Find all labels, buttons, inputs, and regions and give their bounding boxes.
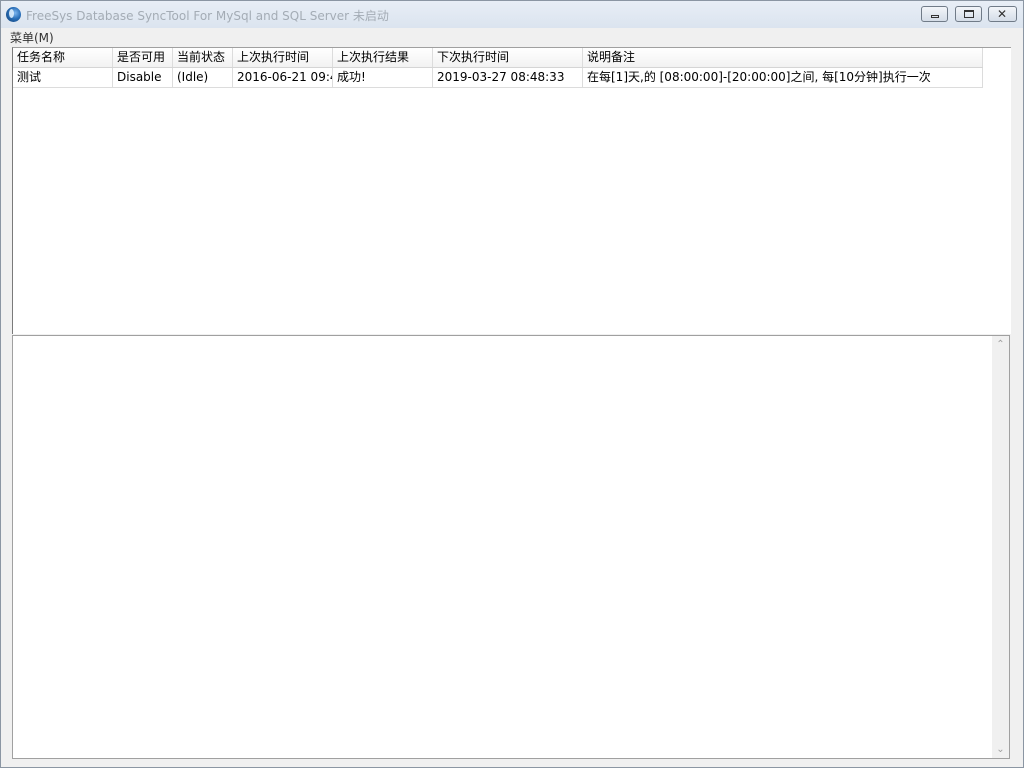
- scroll-down-icon[interactable]: ⌄: [992, 741, 1009, 758]
- menu-item-main[interactable]: 菜单(M): [10, 29, 54, 46]
- cell-last-run-result: 成功!: [333, 68, 433, 87]
- close-icon: ✕: [997, 7, 1008, 21]
- maximize-button[interactable]: [955, 6, 982, 22]
- cell-next-run-time: 2019-03-27 08:48:33: [433, 68, 583, 87]
- column-header-notes[interactable]: 说明备注: [583, 48, 983, 67]
- column-header-task-name[interactable]: 任务名称: [13, 48, 113, 67]
- cell-current-status: (Idle): [173, 68, 233, 87]
- scroll-up-icon[interactable]: ⌃: [992, 336, 1009, 353]
- main-window: FreeSys Database SyncTool For MySql and …: [0, 0, 1024, 768]
- column-header-current-status[interactable]: 当前状态: [173, 48, 233, 67]
- menu-bar: 菜单(M): [1, 28, 1023, 45]
- table-row[interactable]: 测试 Disable (Idle) 2016-06-21 09:4 成功! 20…: [13, 68, 983, 88]
- minimize-icon: [931, 15, 939, 18]
- cell-task-name: 测试: [13, 68, 113, 87]
- cell-last-run-time: 2016-06-21 09:4: [233, 68, 333, 87]
- cell-enabled: Disable: [113, 68, 173, 87]
- task-list-header: 任务名称 是否可用 当前状态 上次执行时间 上次执行结果 下次执行时间 说明备注: [13, 48, 983, 68]
- maximize-icon: [964, 10, 974, 18]
- title-bar[interactable]: FreeSys Database SyncTool For MySql and …: [1, 1, 1023, 28]
- minimize-button[interactable]: [921, 6, 948, 22]
- client-area: 任务名称 是否可用 当前状态 上次执行时间 上次执行结果 下次执行时间 说明备注…: [1, 45, 1023, 767]
- log-scrollbar[interactable]: ⌃ ⌄: [992, 336, 1009, 758]
- column-header-last-run-result[interactable]: 上次执行结果: [333, 48, 433, 67]
- task-list[interactable]: 任务名称 是否可用 当前状态 上次执行时间 上次执行结果 下次执行时间 说明备注…: [12, 47, 1011, 334]
- log-textbox[interactable]: ⌃ ⌄: [12, 335, 1010, 759]
- column-header-next-run-time[interactable]: 下次执行时间: [433, 48, 583, 67]
- app-icon[interactable]: [6, 7, 21, 22]
- window-title: FreeSys Database SyncTool For MySql and …: [26, 9, 389, 23]
- cell-notes: 在每[1]天,的 [08:00:00]-[20:00:00]之间, 每[10分钟…: [583, 68, 983, 87]
- column-header-last-run-time[interactable]: 上次执行时间: [233, 48, 333, 67]
- column-header-enabled[interactable]: 是否可用: [113, 48, 173, 67]
- close-button[interactable]: ✕: [988, 6, 1017, 22]
